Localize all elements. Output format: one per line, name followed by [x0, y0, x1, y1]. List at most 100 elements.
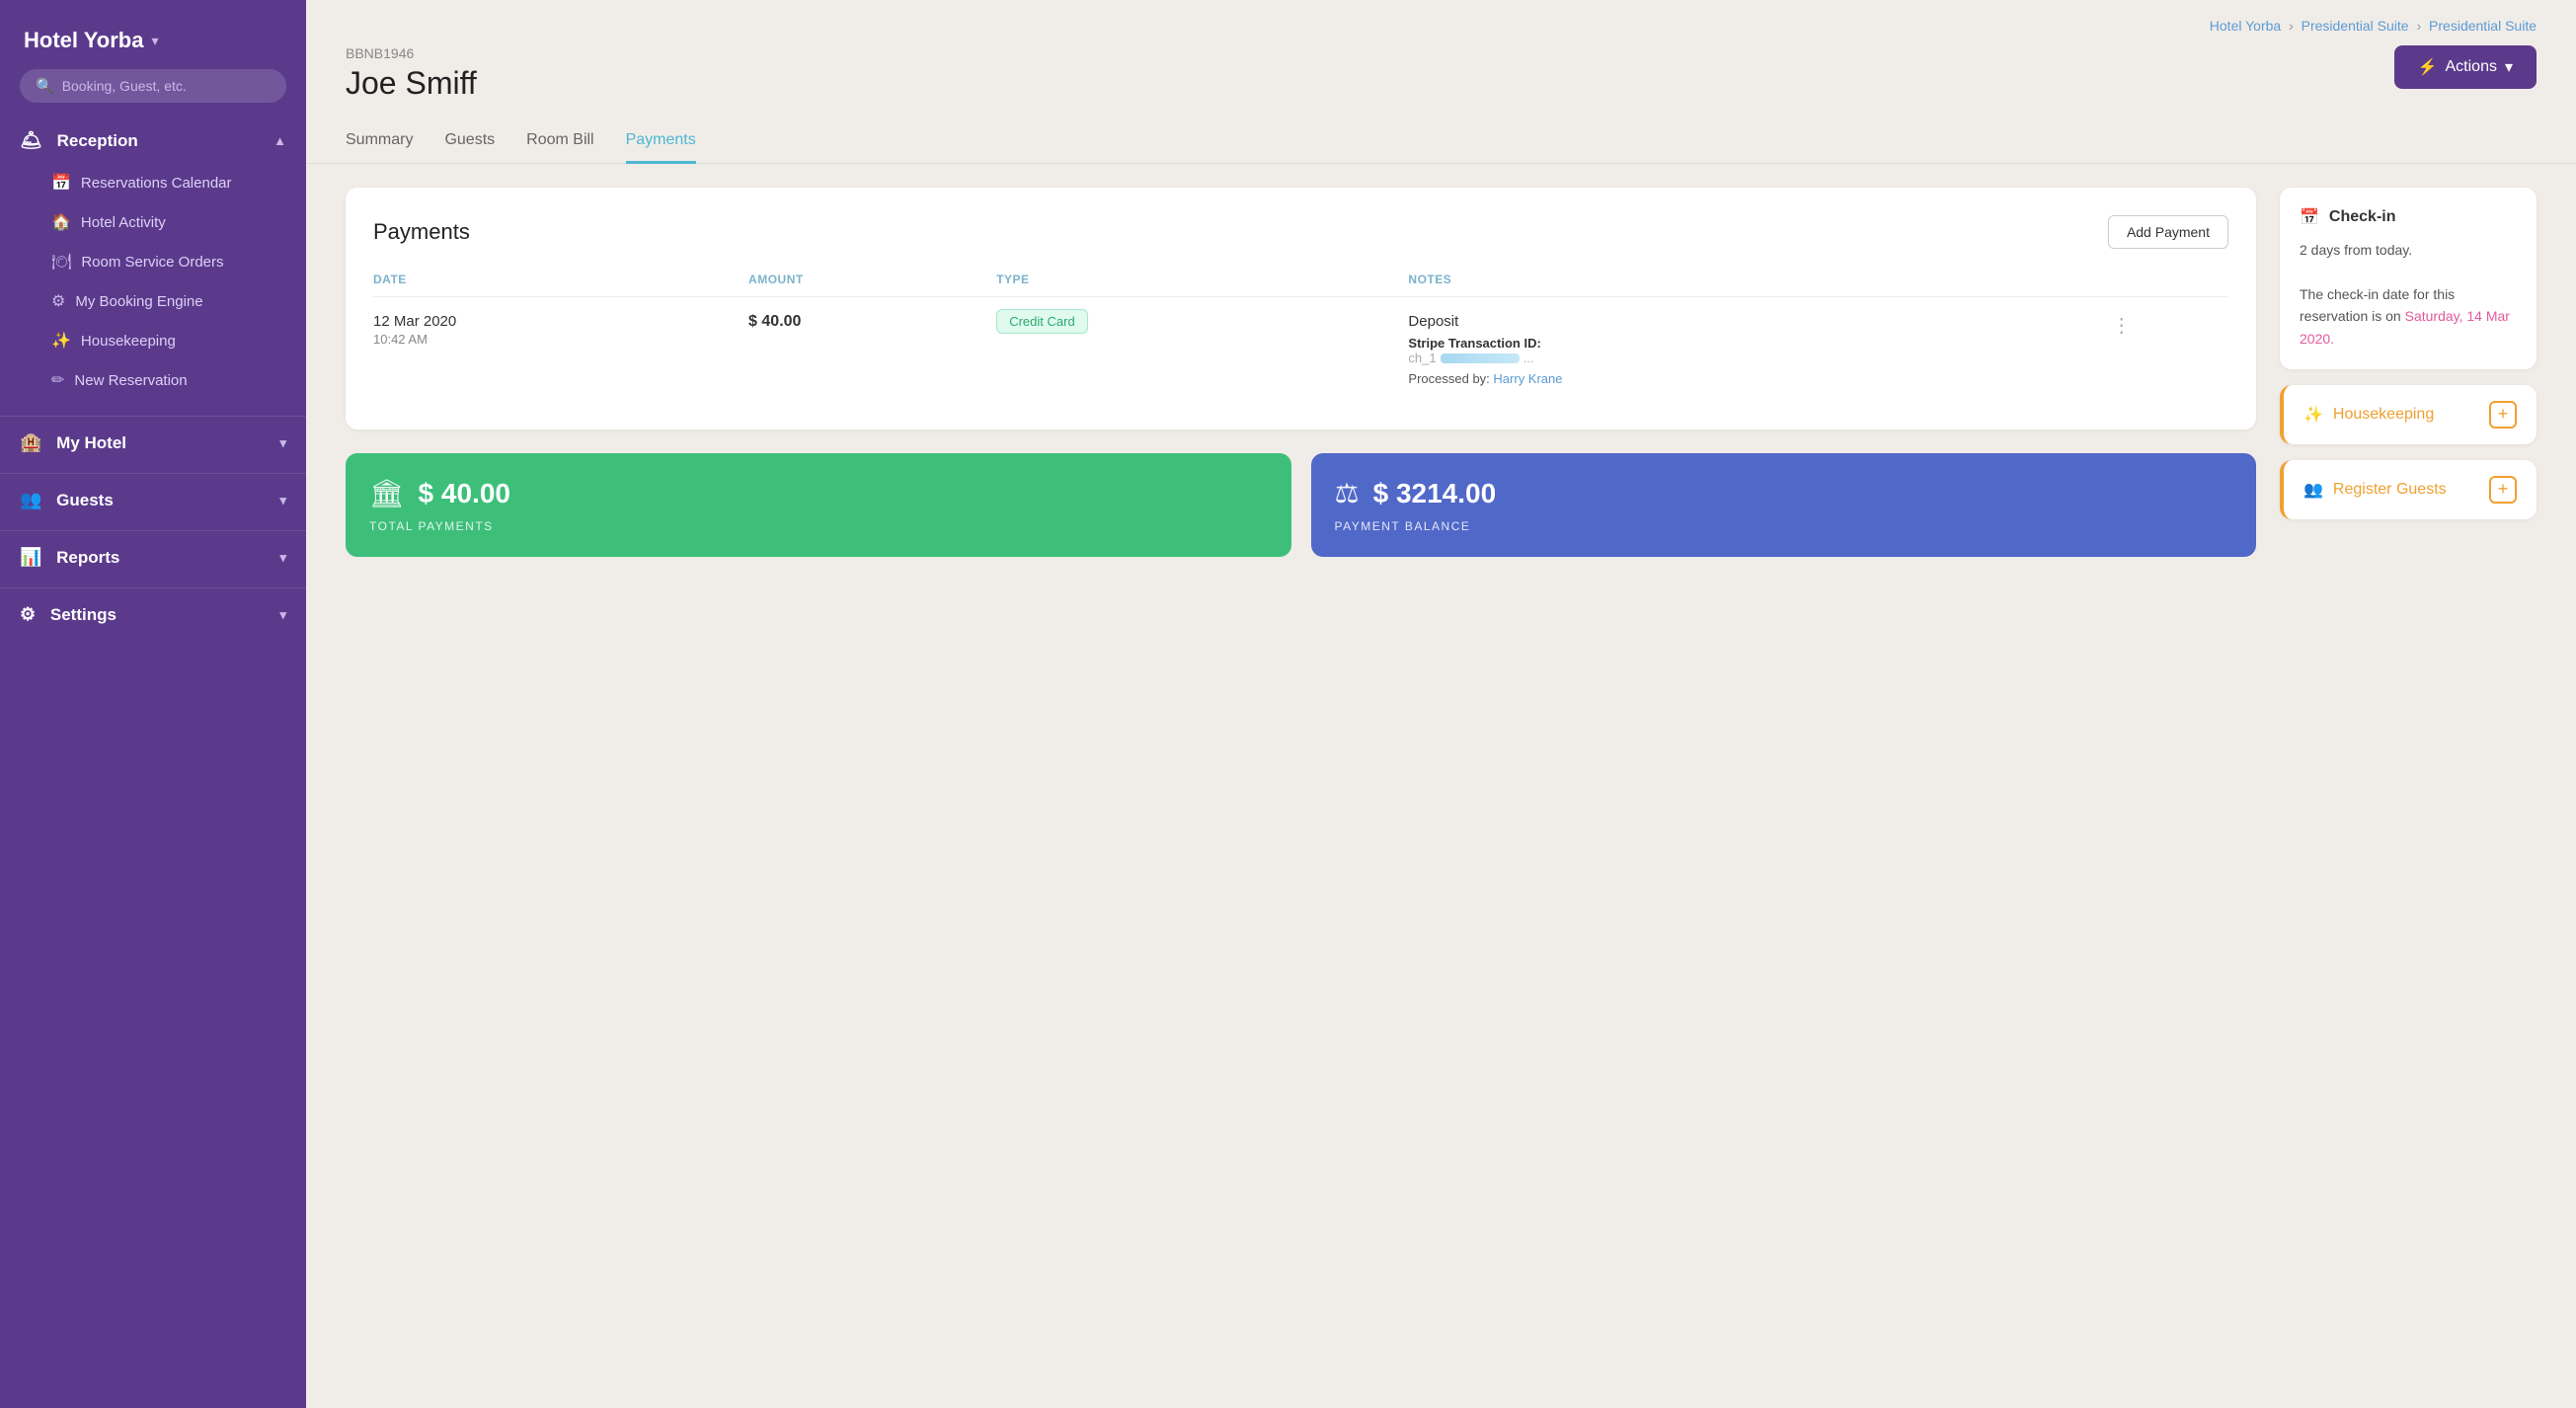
payment-balance-card: ⚖ $ 3214.00 PAYMENT BALANCE — [1311, 453, 2257, 557]
hotel-name-header[interactable]: Hotel Yorba ▾ — [0, 0, 306, 69]
payment-date: 12 Mar 2020 — [373, 313, 748, 330]
payments-card-header: Payments Add Payment — [373, 215, 2228, 249]
payment-balance-top: ⚖ $ 3214.00 — [1335, 477, 2233, 509]
stripe-blur — [1441, 353, 1520, 363]
settings-section: ⚙ Settings ▾ — [0, 592, 306, 637]
reports-caret: ▾ — [279, 550, 286, 566]
summary-cards: 🏛 $ 40.00 TOTAL PAYMENTS ⚖ $ 3214.00 PAY… — [346, 453, 2256, 557]
housekeeping-icon: ✨ — [51, 331, 71, 351]
room-service-label: Room Service Orders — [81, 254, 223, 271]
reports-section: 📊 Reports ▾ — [0, 535, 306, 580]
main-panel: Payments Add Payment DATE AMOUNT TYPE NO… — [346, 188, 2256, 1384]
tab-room-bill[interactable]: Room Bill — [526, 121, 593, 164]
housekeeping-action-icon: ✨ — [2303, 405, 2323, 425]
sidebar-item-hotel-activity[interactable]: 🏠 Hotel Activity — [0, 202, 306, 242]
payment-row: 12 Mar 2020 10:42 AM $ 40.00 Credit Card… — [373, 297, 2228, 403]
breadcrumb-suite1[interactable]: Presidential Suite — [2302, 18, 2409, 34]
sidebar-item-room-service[interactable]: 🍽 Room Service Orders — [0, 242, 306, 281]
checkin-description: The check-in date for this reservation i… — [2300, 283, 2517, 350]
total-payments-amount: $ 40.00 — [419, 478, 510, 509]
reception-section-header[interactable]: 🛎 Reception ▲ — [0, 118, 306, 163]
guests-section-icon: 👥 — [20, 490, 41, 509]
guests-section: 👥 Guests ▾ — [0, 478, 306, 522]
settings-icon: ⚙ — [20, 604, 36, 624]
search-icon: 🔍 — [36, 77, 54, 95]
register-guests-plus-button[interactable]: + — [2489, 476, 2517, 504]
side-panel: 📅 Check-in 2 days from today. The check-… — [2280, 188, 2537, 1384]
row-more-cell: ⋮ — [2104, 297, 2228, 403]
payment-time: 10:42 AM — [373, 332, 748, 347]
hotel-activity-label: Hotel Activity — [81, 214, 166, 231]
total-payments-label: TOTAL PAYMENTS — [369, 519, 1268, 533]
breadcrumb-suite2[interactable]: Presidential Suite — [2429, 18, 2537, 34]
housekeeping-action-card: ✨ Housekeeping + — [2280, 385, 2537, 444]
processor-link[interactable]: Harry Krane — [1493, 371, 1562, 386]
page-header: BBNB1946 Joe Smiff ⚡ Actions ▾ — [306, 34, 2576, 102]
new-reservation-icon: ✏ — [51, 370, 64, 390]
reports-section-header[interactable]: 📊 Reports ▾ — [0, 535, 306, 580]
search-bar[interactable]: 🔍 — [20, 69, 286, 103]
tab-guests[interactable]: Guests — [444, 121, 495, 164]
guests-caret: ▾ — [279, 493, 286, 508]
sidebar-item-reservations-calendar[interactable]: 📅 Reservations Calendar — [0, 163, 306, 202]
actions-button[interactable]: ⚡ Actions ▾ — [2394, 45, 2537, 89]
row-more-button[interactable]: ⋮ — [2104, 315, 2132, 337]
reception-icon: 🛎 — [20, 130, 42, 150]
checkin-icon: 📅 — [2300, 207, 2319, 227]
sidebar-item-booking-engine[interactable]: ⚙ My Booking Engine — [0, 281, 306, 321]
tab-summary[interactable]: Summary — [346, 121, 413, 164]
booking-engine-icon: ⚙ — [51, 291, 65, 311]
payment-date-cell: 12 Mar 2020 10:42 AM — [373, 297, 748, 403]
payments-table: DATE AMOUNT TYPE NOTES 12 Mar 2020 10:42… — [373, 273, 2228, 402]
actions-caret: ▾ — [2505, 57, 2513, 77]
total-payments-top: 🏛 $ 40.00 — [369, 477, 1268, 509]
payment-balance-label: PAYMENT BALANCE — [1335, 519, 2233, 533]
my-hotel-caret: ▾ — [279, 435, 286, 451]
divider-1 — [0, 416, 306, 417]
guests-section-header[interactable]: 👥 Guests ▾ — [0, 478, 306, 522]
stripe-id: ch_1... — [1408, 351, 2103, 365]
housekeeping-plus-button[interactable]: + — [2489, 401, 2517, 429]
breadcrumb: Hotel Yorba › Presidential Suite › Presi… — [306, 0, 2576, 34]
payment-notes-cell: Deposit Stripe Transaction ID: ch_1... P… — [1408, 297, 2103, 403]
checkin-title: 📅 Check-in — [2300, 207, 2517, 227]
main-content: Hotel Yorba › Presidential Suite › Presi… — [306, 0, 2576, 1408]
search-input[interactable] — [62, 78, 271, 94]
hotel-activity-icon: 🏠 — [51, 212, 71, 232]
reports-label: Reports — [56, 548, 119, 567]
payment-type-cell: Credit Card — [996, 297, 1408, 403]
new-reservation-label: New Reservation — [74, 372, 187, 389]
divider-4 — [0, 587, 306, 588]
breadcrumb-sep-1: › — [2289, 18, 2294, 34]
settings-label: Settings — [50, 605, 117, 624]
total-payments-card: 🏛 $ 40.00 TOTAL PAYMENTS — [346, 453, 1291, 557]
booking-id: BBNB1946 — [346, 45, 477, 61]
register-guests-icon: 👥 — [2303, 480, 2323, 500]
guests-section-label: Guests — [56, 491, 114, 509]
col-date: DATE — [373, 273, 748, 297]
sidebar-item-housekeeping[interactable]: ✨ Housekeeping — [0, 321, 306, 360]
stripe-label: Stripe Transaction ID: — [1408, 336, 2103, 351]
tab-payments[interactable]: Payments — [626, 121, 696, 164]
booking-engine-label: My Booking Engine — [75, 293, 202, 310]
settings-caret: ▾ — [279, 607, 286, 623]
register-guests-label: 👥 Register Guests — [2303, 480, 2447, 500]
hotel-name-label: Hotel Yorba — [24, 28, 143, 53]
reservations-calendar-label: Reservations Calendar — [81, 175, 232, 192]
checkin-card: 📅 Check-in 2 days from today. The check-… — [2280, 188, 2537, 369]
sidebar: Hotel Yorba ▾ 🔍 🛎 Reception ▲ 📅 Reservat… — [0, 0, 306, 1408]
scales-icon: ⚖ — [1335, 477, 1360, 509]
col-amount: AMOUNT — [748, 273, 996, 297]
my-hotel-icon: 🏨 — [20, 432, 41, 452]
my-hotel-section-header[interactable]: 🏨 My Hotel ▾ — [0, 421, 306, 465]
payment-amount: $ 40.00 — [748, 313, 801, 330]
add-payment-button[interactable]: Add Payment — [2108, 215, 2228, 249]
guest-name: Joe Smiff — [346, 65, 477, 102]
divider-3 — [0, 530, 306, 531]
checkin-body: 2 days from today. The check-in date for… — [2300, 239, 2517, 350]
settings-section-header[interactable]: ⚙ Settings ▾ — [0, 592, 306, 637]
breadcrumb-hotel[interactable]: Hotel Yorba — [2210, 18, 2281, 34]
bank-icon: 🏛 — [369, 477, 405, 509]
col-type: TYPE — [996, 273, 1408, 297]
sidebar-item-new-reservation[interactable]: ✏ New Reservation — [0, 360, 306, 400]
